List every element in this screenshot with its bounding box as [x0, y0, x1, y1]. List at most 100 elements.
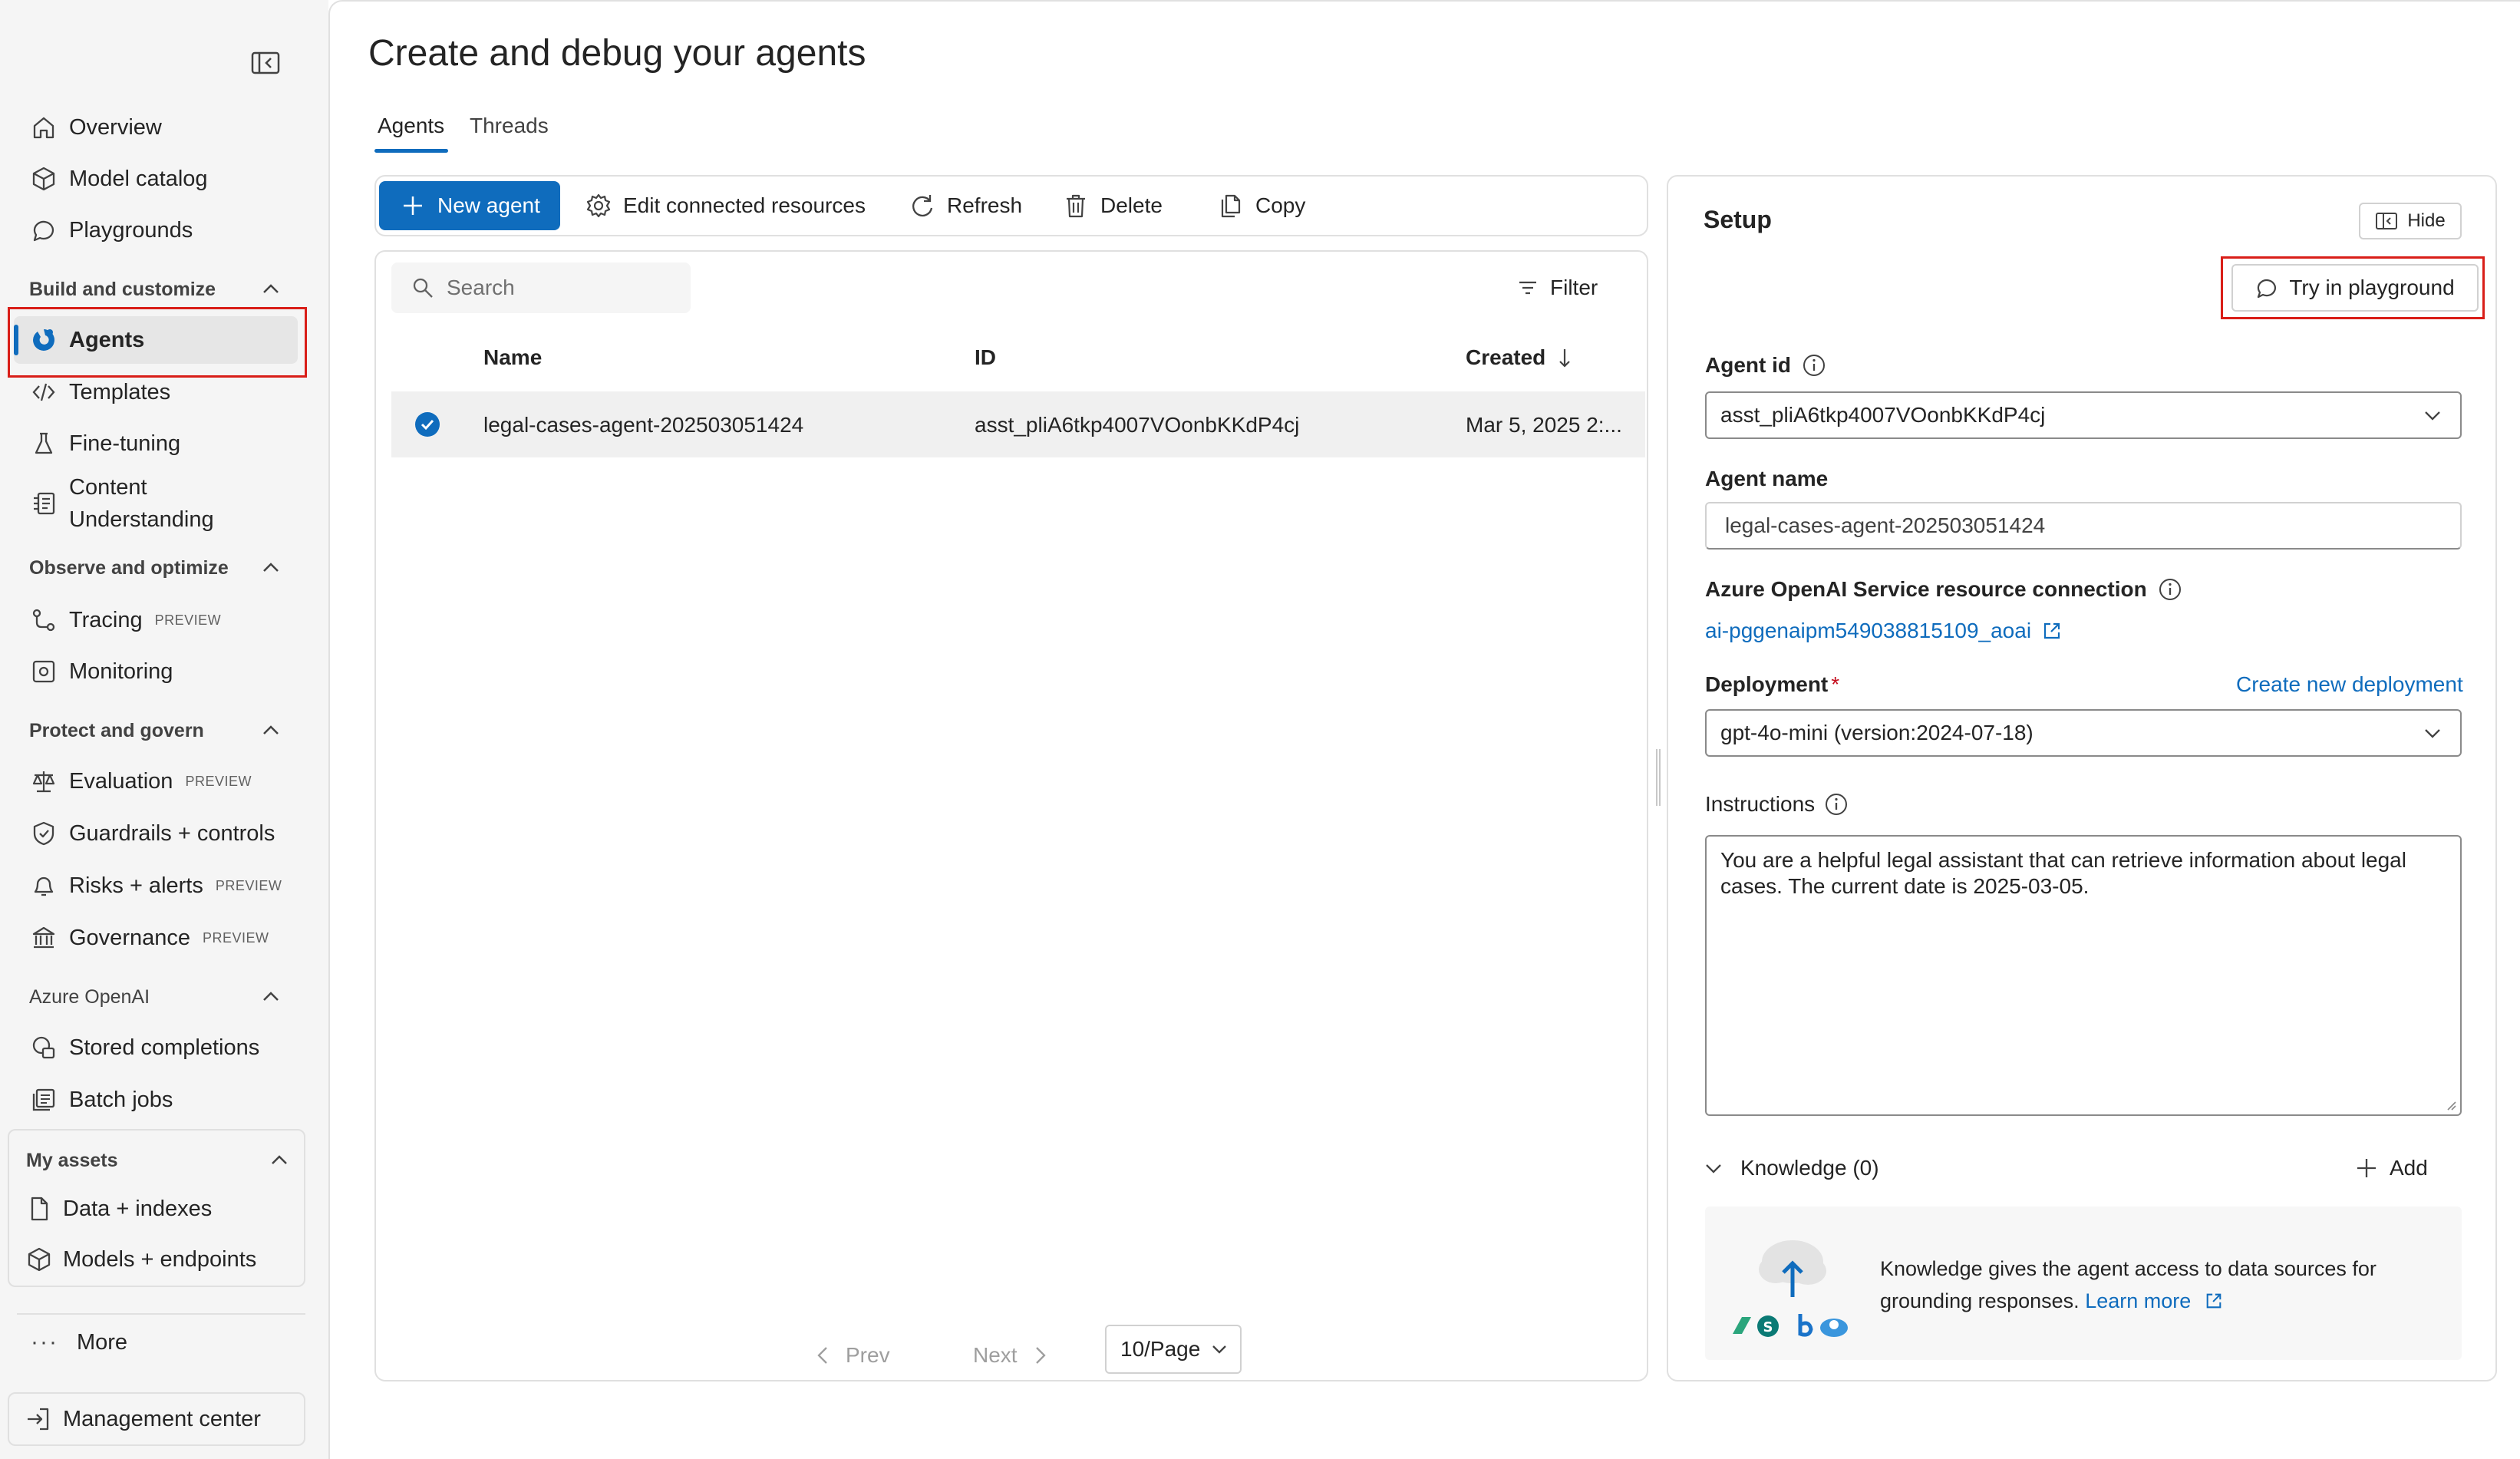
column-header-created[interactable]: Created: [1466, 345, 1573, 370]
sidebar-item-model-catalog[interactable]: Model catalog: [14, 155, 298, 203]
sidebar-item-evaluation[interactable]: Evaluation PREVIEW: [14, 758, 298, 805]
sidebar-item-label: Governance: [69, 926, 190, 951]
preview-badge: PREVIEW: [203, 930, 269, 946]
next-page-button[interactable]: Next: [973, 1332, 1048, 1379]
panel-resize-handle[interactable]: [1654, 749, 1662, 806]
sort-descending-icon: [1556, 346, 1573, 369]
chevron-down-icon: [1704, 1158, 1723, 1178]
cell-created: Mar 5, 2025 2:...: [1466, 413, 1622, 437]
sidebar-item-governance[interactable]: Governance PREVIEW: [14, 914, 298, 962]
sidebar-item-templates[interactable]: Templates: [14, 368, 298, 416]
column-header-id[interactable]: ID: [975, 345, 996, 370]
cell-id: asst_pliA6tkp4007VOonbKKdP4cj: [975, 413, 1299, 437]
section-my-assets[interactable]: My assets: [26, 1143, 291, 1178]
connection-link[interactable]: ai-pggenaipm549038815109_aoai: [1705, 619, 2062, 643]
edit-connected-resources-button[interactable]: Edit connected resources: [585, 181, 866, 230]
sidebar-item-label: Fine-tuning: [69, 431, 180, 457]
sidebar-item-label: Risks + alerts: [69, 873, 203, 899]
plus-icon: [399, 192, 427, 220]
chevron-up-icon: [259, 985, 282, 1008]
sidebar-item-stored-completions[interactable]: Stored completions: [14, 1024, 298, 1071]
instructions-textarea[interactable]: You are a helpful legal assistant that c…: [1705, 835, 2462, 1116]
tab-selected-indicator: [374, 149, 448, 153]
sidebar-item-data-indexes[interactable]: Data + indexes: [9, 1186, 304, 1232]
filter-button[interactable]: Filter: [1516, 269, 1598, 307]
more-icon: ···: [31, 1329, 58, 1355]
refresh-button[interactable]: Refresh: [909, 181, 1022, 230]
add-knowledge-button[interactable]: Add: [2354, 1151, 2428, 1185]
tab-agents[interactable]: Agents: [378, 114, 444, 138]
sidebar-item-fine-tuning[interactable]: Fine-tuning: [14, 420, 298, 467]
chevron-up-icon: [259, 719, 282, 742]
copy-icon: [1217, 192, 1245, 220]
search-input[interactable]: [445, 275, 678, 301]
sidebar-item-content-understanding[interactable]: ContentUnderstanding: [14, 469, 298, 538]
deployment-dropdown[interactable]: gpt-4o-mini (version:2024-07-18): [1705, 709, 2462, 757]
bank-icon: [29, 923, 58, 952]
sidebar-item-label: Stored completions: [69, 1035, 259, 1061]
sidebar-item-models-endpoints[interactable]: Models + endpoints: [9, 1236, 304, 1282]
scales-icon: [29, 767, 58, 796]
svg-text:S: S: [1763, 1319, 1773, 1335]
sidebar-item-label: Playgrounds: [69, 218, 193, 243]
sidebar-item-label: Overview: [69, 115, 162, 140]
page-title: Create and debug your agents: [368, 32, 866, 74]
tracing-icon: [29, 606, 58, 635]
knowledge-empty-state: S Knowledge gives the agent access to da…: [1705, 1206, 2462, 1360]
alert-icon: [29, 871, 58, 900]
search-box[interactable]: [391, 262, 691, 313]
monitor-icon: [29, 657, 58, 686]
agent-name-input[interactable]: legal-cases-agent-202503051424: [1705, 502, 2462, 550]
column-header-name[interactable]: Name: [483, 345, 542, 370]
tab-threads[interactable]: Threads: [470, 114, 549, 138]
new-agent-button[interactable]: New agent: [379, 181, 560, 230]
sidebar-item-monitoring[interactable]: Monitoring: [14, 648, 298, 695]
stored-completions-icon: [29, 1033, 58, 1062]
sidebar-item-tracing[interactable]: Tracing PREVIEW: [14, 596, 298, 644]
plus-icon: [2354, 1156, 2379, 1180]
knowledge-sources-illustration: S: [1719, 1228, 1857, 1343]
copy-button[interactable]: Copy: [1217, 181, 1305, 230]
code-icon: [29, 378, 58, 407]
collapse-sidebar-icon[interactable]: [250, 49, 281, 77]
page-size-dropdown[interactable]: 10/Page: [1105, 1325, 1242, 1374]
sidebar-item-label: Model catalog: [69, 167, 208, 192]
sidebar-item-label: Guardrails + controls: [69, 821, 275, 847]
delete-button[interactable]: Delete: [1062, 181, 1163, 230]
divider: [17, 1313, 305, 1315]
knowledge-description: Knowledge gives the agent access to data…: [1880, 1253, 2433, 1317]
row-selected-checkbox[interactable]: [414, 411, 440, 437]
section-azure-openai[interactable]: Azure OpenAI: [29, 978, 282, 1016]
document-icon: [26, 1196, 52, 1222]
cube-icon: [26, 1246, 52, 1272]
hide-button[interactable]: Hide: [2359, 203, 2462, 239]
sidebar-item-batch-jobs[interactable]: Batch jobs: [14, 1076, 298, 1124]
resize-grip-icon: [2445, 1099, 2457, 1111]
agent-id-dropdown[interactable]: asst_pliA6tkp4007VOonbKKdP4cj: [1705, 391, 2462, 439]
chevron-down-icon: [1209, 1339, 1229, 1359]
prev-page-button[interactable]: Prev: [815, 1332, 890, 1379]
sidebar-item-label: Monitoring: [69, 659, 173, 685]
sidebar-item-risks-alerts[interactable]: Risks + alerts PREVIEW: [14, 862, 298, 909]
section-protect-and-govern[interactable]: Protect and govern: [29, 711, 282, 750]
sidebar-item-playgrounds[interactable]: Playgrounds: [14, 206, 298, 254]
setup-title: Setup: [1704, 206, 1772, 234]
sidebar-item-label: Evaluation: [69, 769, 173, 794]
learn-more-link[interactable]: Learn more: [2085, 1289, 2223, 1312]
sidebar-item-more[interactable]: ··· More: [17, 1319, 301, 1366]
highlight-box-agents: [8, 307, 307, 378]
open-external-icon: [2205, 1292, 2223, 1310]
section-build-and-customize[interactable]: Build and customize: [29, 270, 282, 309]
section-observe-and-optimize[interactable]: Observe and optimize: [29, 549, 282, 587]
sidebar-item-guardrails[interactable]: Guardrails + controls: [14, 810, 298, 857]
open-external-icon: [2042, 621, 2062, 641]
sidebar-item-overview[interactable]: Overview: [14, 104, 298, 151]
sign-in-icon: [25, 1406, 51, 1432]
info-icon: [1802, 353, 1826, 378]
flask-icon: [29, 429, 58, 458]
management-center-button[interactable]: Management center: [8, 1392, 305, 1446]
my-assets-card: My assets Data + indexes Models + endpoi…: [8, 1129, 305, 1287]
create-new-deployment-link[interactable]: Create new deployment: [2236, 672, 2463, 697]
knowledge-section-toggle[interactable]: Knowledge (0): [1704, 1151, 1879, 1185]
filter-icon: [1516, 276, 1539, 299]
